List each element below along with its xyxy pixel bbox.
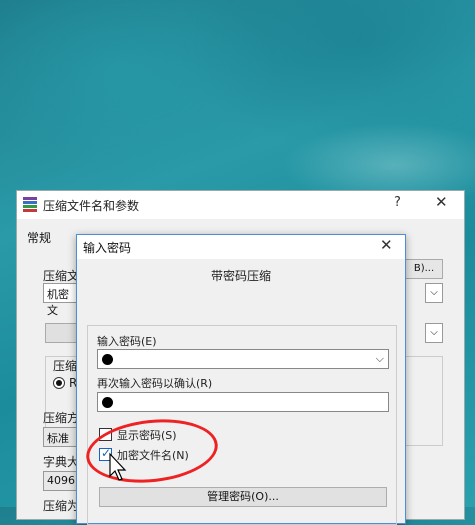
password-input[interactable]: ⌵: [97, 349, 389, 369]
dialog-heading: 带密码压缩: [210, 269, 271, 283]
confirm-password-label: 再次输入密码以确认(R): [97, 377, 213, 390]
chevron-down-icon[interactable]: ⌵: [425, 323, 443, 343]
dialog-title: 输入密码: [83, 241, 132, 255]
chevron-down-icon[interactable]: ⌵: [425, 283, 443, 303]
dialog-close-button[interactable]: ✕: [380, 236, 393, 254]
help-button[interactable]: ?: [394, 195, 401, 210]
password-label: 输入密码(E): [97, 335, 157, 348]
method-label: 压缩方: [43, 411, 80, 425]
back-window-close-button[interactable]: ✕: [435, 193, 448, 211]
manage-passwords-button[interactable]: 管理密码(O)...: [99, 487, 387, 507]
dictionary-size-label: 字典大: [43, 455, 80, 469]
tab-general[interactable]: 常规: [27, 229, 51, 246]
split-volumes-label: 压缩为: [43, 499, 80, 513]
back-window-titlebar: 压缩文件名和参数 ? ✕: [17, 191, 464, 219]
password-mask-dot: [102, 354, 113, 365]
archive-name-label: 压缩文: [43, 269, 80, 283]
format-group-label: 压缩: [53, 359, 78, 373]
password-mask-dot: [102, 397, 113, 408]
chevron-down-icon[interactable]: ⌵: [376, 352, 384, 366]
winrar-app-icon: [23, 197, 37, 212]
format-radio-button[interactable]: [53, 377, 65, 389]
back-window-title: 压缩文件名和参数: [43, 199, 140, 213]
confirm-password-input[interactable]: [97, 392, 389, 412]
mouse-cursor-icon: [109, 452, 127, 481]
browse-button[interactable]: B)...: [405, 259, 443, 279]
dialog-titlebar: 输入密码 ✕: [77, 235, 405, 259]
